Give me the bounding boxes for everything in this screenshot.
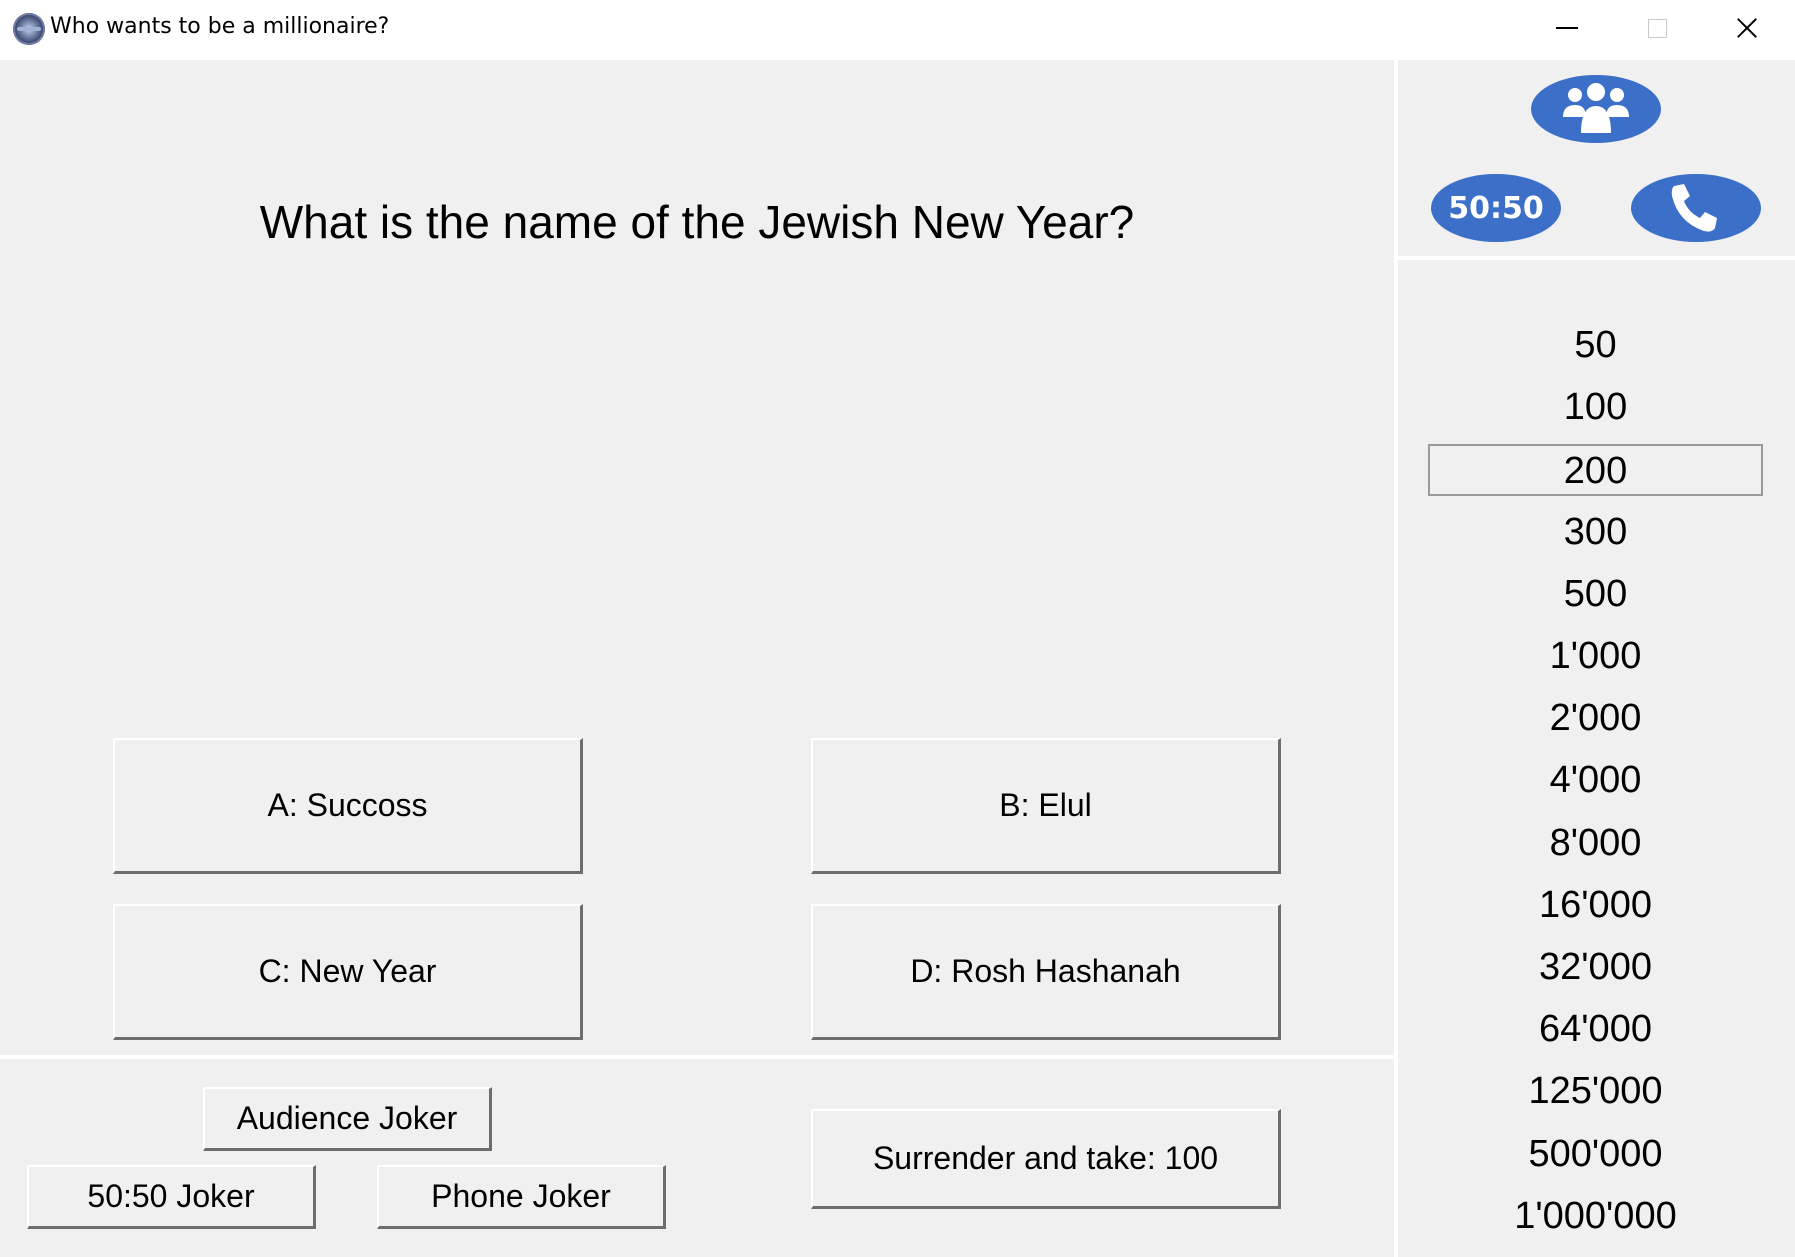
ladder-level: 500 — [1563, 573, 1628, 615]
answer-b-button[interactable]: B: Elul — [811, 738, 1281, 874]
lifeline-divider — [1398, 256, 1795, 260]
fifty-fifty-lifeline-icon[interactable]: 50:50 — [1431, 174, 1561, 242]
phone-icon — [1671, 184, 1717, 232]
game-window: Who wants to be a millionaire? What is t… — [0, 0, 1795, 1257]
audience-joker-button[interactable]: Audience Joker — [203, 1087, 492, 1151]
ladder-level: 500'000 — [1528, 1133, 1663, 1175]
close-icon — [1736, 17, 1758, 39]
fifty-fifty-label: 50:50 — [1448, 190, 1544, 226]
phone-lifeline-icon[interactable] — [1631, 174, 1761, 242]
ladder-level: 2'000 — [1549, 697, 1642, 739]
maximize-button[interactable] — [1612, 0, 1702, 56]
title-bar: Who wants to be a millionaire? — [0, 0, 1795, 60]
people-group-icon — [1563, 83, 1629, 133]
controls-divider — [0, 1055, 1394, 1059]
ladder-level: 125'000 — [1528, 1070, 1663, 1112]
phone-joker-button[interactable]: Phone Joker — [377, 1165, 666, 1229]
maximize-icon — [1647, 18, 1667, 38]
question-text: What is the name of the Jewish New Year? — [259, 196, 1135, 248]
ladder-level: 64'000 — [1539, 1008, 1652, 1050]
surrender-button[interactable]: Surrender and take: 100 — [811, 1109, 1281, 1209]
app-logo-icon — [13, 13, 45, 45]
ladder-level: 1'000 — [1549, 635, 1642, 677]
minimize-button[interactable] — [1522, 0, 1612, 56]
ladder-level: 100 — [1563, 386, 1628, 428]
answer-a-button[interactable]: A: Succoss — [113, 738, 583, 874]
vertical-divider — [1394, 60, 1398, 1257]
ladder-level-current: 200 — [1428, 444, 1763, 496]
ladder-level: 300 — [1563, 511, 1628, 553]
ladder-level: 32'000 — [1539, 946, 1652, 988]
window-title: Who wants to be a millionaire? — [50, 14, 390, 39]
ladder-level: 50 — [1574, 324, 1617, 366]
answer-c-button[interactable]: C: New Year — [113, 904, 583, 1040]
audience-lifeline-icon[interactable] — [1531, 75, 1661, 143]
minimize-icon — [1556, 27, 1578, 29]
fifty-fifty-joker-button[interactable]: 50:50 Joker — [27, 1165, 316, 1229]
answer-d-button[interactable]: D: Rosh Hashanah — [811, 904, 1281, 1040]
close-button[interactable] — [1702, 0, 1792, 56]
ladder-level: 8'000 — [1549, 822, 1642, 864]
ladder-level: 16'000 — [1539, 884, 1652, 926]
ladder-level: 1'000'000 — [1514, 1195, 1677, 1237]
ladder-level: 4'000 — [1549, 759, 1642, 801]
